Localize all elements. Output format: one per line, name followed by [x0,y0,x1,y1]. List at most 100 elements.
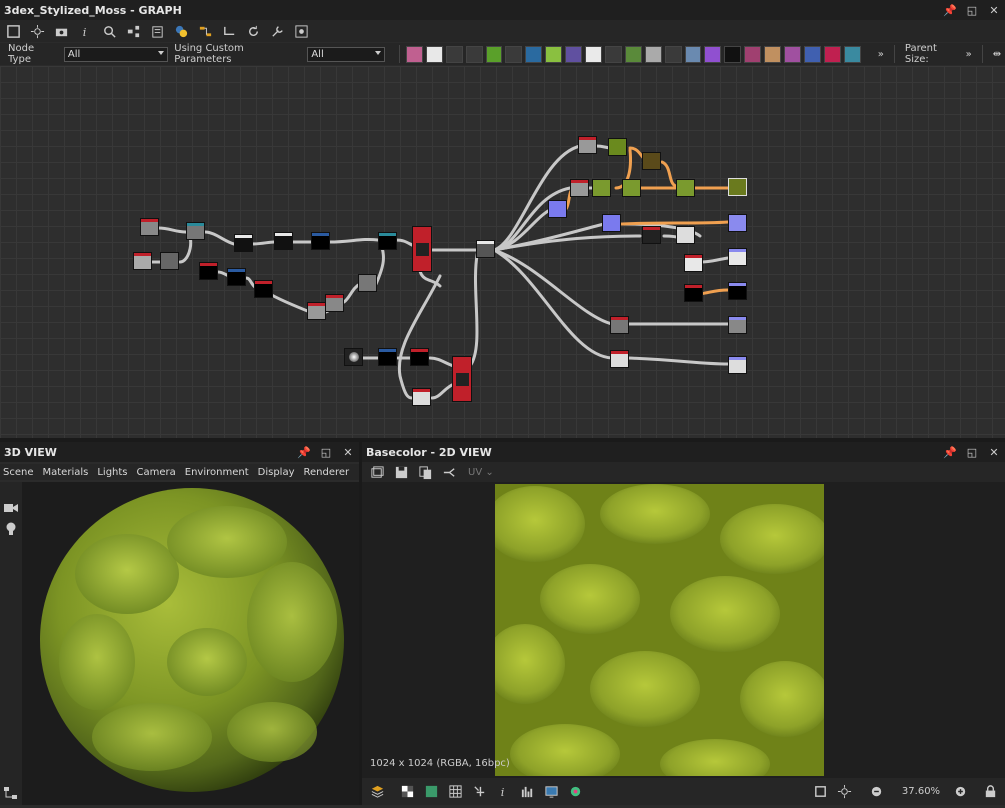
curve-node-icon[interactable] [485,45,503,63]
graph-node[interactable] [642,152,661,170]
uv-channel-select[interactable]: UV ⌄ [468,467,494,478]
output-node-icon[interactable] [604,45,622,63]
graph-node[interactable] [608,138,627,156]
parent-size-overflow-icon[interactable]: » [966,49,972,60]
close-icon[interactable]: ✕ [987,3,1001,17]
lock-icon[interactable] [981,783,999,801]
height-node-icon[interactable] [684,45,702,63]
custom-params-select[interactable]: All [307,46,385,62]
graph-node[interactable] [610,350,629,368]
graph-output-node[interactable] [728,316,747,334]
tiling-icon[interactable] [470,783,488,801]
graph-output-node[interactable] [728,214,747,232]
connector-icon[interactable]: ⇹ [993,49,1001,60]
fx-node-icon[interactable] [744,45,762,63]
graph-node[interactable] [160,252,179,270]
graph-node[interactable] [592,179,611,197]
graph-node-multi[interactable] [412,226,432,272]
maximize-icon[interactable]: ◱ [319,445,333,459]
graph-canvas[interactable] [0,66,1005,438]
maximize-icon[interactable]: ◱ [965,3,979,17]
graph-node[interactable] [570,179,589,197]
info-icon[interactable]: i [76,22,94,40]
hierarchy-icon[interactable] [4,787,18,802]
refresh-icon[interactable] [244,22,262,40]
grid-node-icon[interactable] [585,45,602,63]
share-icon[interactable] [440,463,458,481]
python-icon[interactable] [172,22,190,40]
shuffle-node-icon[interactable] [465,45,483,63]
graph-node[interactable] [133,252,152,270]
graph-node[interactable] [325,294,344,312]
info-icon[interactable]: i [494,783,512,801]
node-tree-icon[interactable] [124,22,142,40]
light-bulb-icon[interactable] [5,522,17,539]
fill-node-icon[interactable] [823,45,841,63]
graph-node[interactable] [684,254,703,272]
hue-node-icon[interactable] [704,45,722,63]
graph-node[interactable] [410,348,429,366]
graph-node[interactable] [684,284,703,302]
color-wheel-icon[interactable] [566,783,584,801]
menu-scene[interactable]: Scene [3,467,34,478]
graph-node[interactable] [412,388,431,406]
link-icon[interactable] [220,22,238,40]
center-icon[interactable] [835,783,853,801]
close-icon[interactable]: ✕ [987,445,1001,459]
graph-node[interactable] [610,316,629,334]
pin-icon[interactable]: 📌 [943,3,957,17]
menu-environment[interactable]: Environment [185,467,249,478]
graph-node[interactable] [234,234,253,252]
pin-icon[interactable]: 📌 [297,445,311,459]
warp-node-icon[interactable] [545,45,563,63]
gradient-node-icon[interactable] [505,45,523,63]
graph-node[interactable] [676,226,695,244]
maximize-icon[interactable]: ◱ [965,445,979,459]
blend-node-icon[interactable] [644,45,662,63]
graph-node[interactable] [578,136,597,154]
fit-view-icon[interactable] [368,463,386,481]
bitmap-node-icon[interactable] [405,45,423,63]
histogram-icon[interactable] [518,783,536,801]
fit-icon[interactable] [811,783,829,801]
graph-node[interactable] [378,232,397,250]
graph-node[interactable] [199,262,218,280]
copy-icon[interactable] [416,463,434,481]
gradient-icon[interactable] [422,783,440,801]
graph-node[interactable] [140,218,159,236]
graph-node[interactable] [307,302,326,320]
noise-node-icon[interactable] [724,45,742,63]
2d-viewport[interactable]: 1024 x 1024 (RGBA, 16bpc) [362,482,1005,778]
text-node-icon[interactable] [784,45,802,63]
tile-node-icon[interactable] [843,45,861,63]
video-camera-icon[interactable] [4,502,18,517]
graph-output-node[interactable] [728,282,747,300]
zoom-out-icon[interactable] [867,783,885,801]
blur-node-icon[interactable] [565,45,583,63]
search-icon[interactable] [100,22,118,40]
overflow-icon[interactable]: » [878,49,884,60]
menu-materials[interactable]: Materials [43,467,89,478]
graph-node[interactable] [622,179,641,197]
graph-node[interactable] [358,274,377,292]
graph-node[interactable] [378,348,397,366]
export-icon[interactable] [292,22,310,40]
close-icon[interactable]: ✕ [341,445,355,459]
layers-icon[interactable] [368,783,386,801]
graph-output-node[interactable] [728,178,747,196]
save-icon[interactable] [392,463,410,481]
frame-selected-icon[interactable] [28,22,46,40]
menu-camera[interactable]: Camera [137,467,176,478]
frame-node-icon[interactable] [804,45,821,63]
graph-node[interactable] [274,232,293,250]
graph-node[interactable] [186,222,205,240]
graph-node[interactable] [602,214,621,232]
graph-output-node[interactable] [728,248,747,266]
graph-output-node[interactable] [728,356,747,374]
drop-node-icon[interactable] [445,45,463,63]
pin-icon[interactable]: 📌 [943,445,957,459]
frame-all-icon[interactable] [4,22,22,40]
menu-lights[interactable]: Lights [97,467,127,478]
svg-node-icon[interactable] [425,45,443,63]
transform-node-icon[interactable] [525,45,543,63]
